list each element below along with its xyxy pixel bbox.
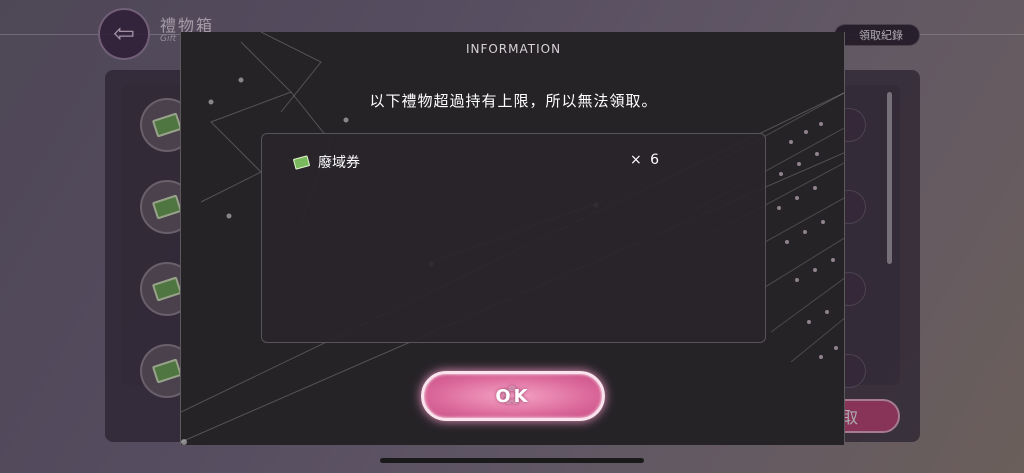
ok-button-label: OK (495, 385, 531, 407)
ok-button[interactable]: ✿ OK (421, 371, 605, 421)
dialog-title: INFORMATION (465, 42, 562, 56)
dialog-message: 以下禮物超過持有上限，所以無法領取。 (369, 92, 658, 110)
information-dialog: INFORMATION 以下禮物超過持有上限，所以無法領取。 廢域券 × 6 ✿… (180, 32, 845, 445)
item-name: 廢域券 (318, 155, 360, 171)
list-item: 廢域券 (292, 152, 674, 172)
item-quantity: × 6 (630, 152, 662, 168)
ticket-icon (292, 154, 311, 170)
home-indicator[interactable] (380, 458, 644, 463)
over-limit-item-list: 廢域券 × 6 (261, 133, 766, 343)
